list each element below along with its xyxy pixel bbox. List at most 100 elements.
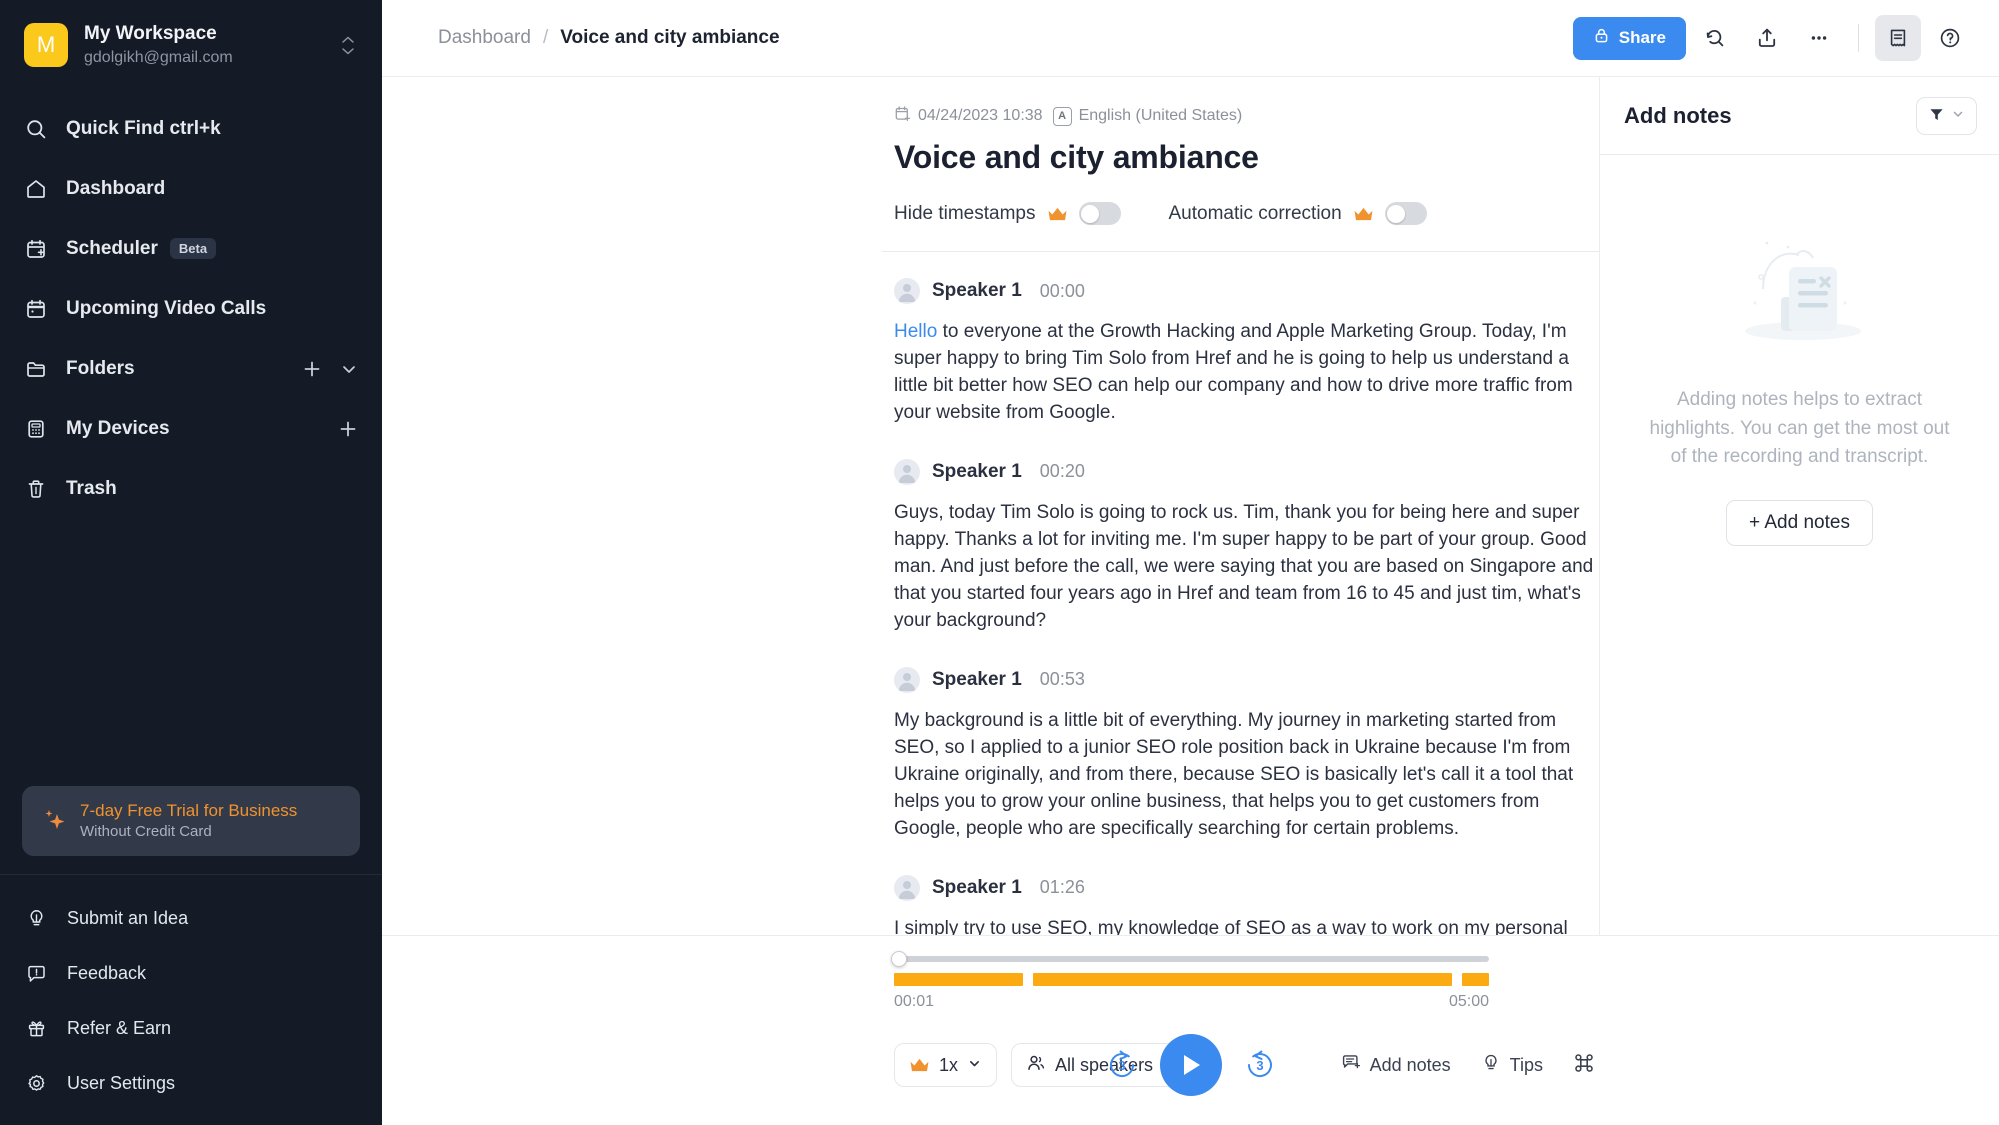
tips-button[interactable]: Tips: [1481, 1053, 1543, 1078]
document-toggles: Hide timestamps Automatic correction: [894, 202, 1599, 225]
player-add-notes-label: Add notes: [1369, 1054, 1451, 1075]
speaker-name[interactable]: Speaker 1: [932, 669, 1022, 691]
add-folder-button[interactable]: [302, 359, 322, 379]
search-refresh-icon[interactable]: [1692, 15, 1738, 61]
avatar: [894, 278, 920, 304]
rewind-3-seconds-button[interactable]: 3: [1104, 1047, 1140, 1083]
toggle-switch[interactable]: [1384, 202, 1427, 225]
notes-empty-message: Adding notes helps to extract highlights…: [1649, 389, 1950, 467]
notes-filter-button[interactable]: [1916, 96, 1977, 135]
seek-handle[interactable]: [891, 951, 907, 967]
transcript-block[interactable]: Speaker 1 01:26 I simply try to use SEO,…: [894, 874, 1599, 935]
upload-icon[interactable]: [1744, 15, 1790, 61]
sidebar-item-quick-find[interactable]: Quick Find ctrl+k: [0, 99, 382, 159]
seek-bar[interactable]: [891, 951, 1489, 967]
crown-icon: [1047, 206, 1068, 222]
player-controls-left: 1x All speakers: [408, 1043, 1193, 1087]
sidebar-item-my-devices[interactable]: My Devices: [0, 399, 382, 459]
chevron-updown-icon[interactable]: [338, 36, 358, 55]
sidebar-item-submit-an-idea[interactable]: Submit an Idea: [0, 891, 382, 946]
transcript-block[interactable]: Speaker 1 00:00 Hello to everyone at the…: [894, 278, 1599, 427]
timestamp[interactable]: 00:53: [1040, 669, 1085, 690]
notes-panel-body: Adding notes helps to extract highlights…: [1600, 155, 1999, 935]
transcript-text[interactable]: I simply try to use SEO, my knowledge of…: [894, 916, 1599, 935]
document-date: 04/24/2023 10:38: [894, 105, 1043, 127]
player-bar: 00:01 05:00 1x All speakers 3 3 Add note…: [382, 935, 1999, 1125]
help-circle-icon[interactable]: [1927, 15, 1973, 61]
share-button-label: Share: [1618, 28, 1666, 47]
waveform-gap: [1452, 973, 1462, 986]
sidebar-item-scheduler[interactable]: Scheduler Beta: [0, 219, 382, 279]
document-header: 04/24/2023 10:38 A English (United State…: [382, 105, 1599, 225]
player-add-notes-button[interactable]: Add notes: [1341, 1053, 1451, 1078]
lightbulb-icon: [1481, 1053, 1501, 1078]
transcript-text[interactable]: My background is a little bit of everyth…: [894, 708, 1599, 843]
sidebar-item-label: Quick Find ctrl+k: [66, 117, 221, 139]
beta-badge: Beta: [169, 238, 217, 260]
workspace-name: My Workspace: [84, 23, 217, 44]
svg-text:3: 3: [1118, 1058, 1125, 1073]
waveform-segment: [894, 973, 1024, 986]
sidebar-item-label: Upcoming Video Calls: [66, 297, 267, 319]
transcript-panel[interactable]: 04/24/2023 10:38 A English (United State…: [382, 77, 1599, 935]
playback-speed-selector[interactable]: 1x: [894, 1043, 998, 1087]
speaker-name[interactable]: Speaker 1: [932, 280, 1022, 302]
chevron-down-icon[interactable]: [340, 360, 358, 378]
transcript-panel-icon[interactable]: [1875, 15, 1921, 61]
forward-3-seconds-button[interactable]: 3: [1242, 1047, 1278, 1083]
sidebar-item-label: Refer & Earn: [67, 1018, 172, 1038]
share-button[interactable]: Share: [1572, 16, 1686, 60]
page-title[interactable]: Voice and city ambiance: [894, 139, 1599, 176]
free-trial-banner[interactable]: 7-day Free Trial for Business Without Cr…: [22, 785, 360, 856]
folder-icon: [24, 357, 48, 381]
toggle-label: Automatic correction: [1168, 202, 1342, 224]
toggle-knob: [1387, 204, 1406, 223]
document-language: A English (United States): [1052, 106, 1243, 126]
transcript-block[interactable]: Speaker 1 00:53 My background is a littl…: [894, 666, 1599, 843]
toggle-switch[interactable]: [1078, 202, 1121, 225]
calendar-icon: [24, 297, 48, 321]
calendar-plus-icon: [894, 105, 911, 127]
home-icon: [24, 177, 48, 201]
main-area: Dashboard / Voice and city ambiance Shar…: [382, 0, 1999, 1125]
note-add-icon: [1341, 1053, 1361, 1078]
gift-icon: [24, 1017, 48, 1041]
sidebar-item-feedback[interactable]: Feedback: [0, 946, 382, 1001]
keyboard-shortcuts-button[interactable]: [1573, 1052, 1595, 1079]
breadcrumb-dashboard[interactable]: Dashboard: [438, 27, 531, 49]
transcript-text[interactable]: Guys, today Tim Solo is going to rock us…: [894, 500, 1599, 635]
transcript-block[interactable]: Speaker 1 00:20 Guys, today Tim Solo is …: [894, 458, 1599, 635]
people-icon: [1026, 1053, 1046, 1078]
timestamp[interactable]: 01:26: [1040, 877, 1085, 898]
breadcrumb-current[interactable]: Voice and city ambiance: [560, 27, 779, 49]
add-notes-button[interactable]: + Add notes: [1726, 499, 1873, 546]
waveform-segment: [1033, 973, 1453, 986]
sidebar-item-upcoming-video-calls[interactable]: Upcoming Video Calls: [0, 279, 382, 339]
workspace-switcher[interactable]: M My Workspace gdolgikh@gmail.com: [0, 0, 382, 89]
transcript-text[interactable]: Hello to everyone at the Growth Hacking …: [894, 319, 1599, 427]
speaker-name[interactable]: Speaker 1: [932, 877, 1022, 899]
document-language-text: English (United States): [1078, 107, 1243, 124]
timestamp[interactable]: 00:20: [1040, 461, 1085, 482]
avatar: [894, 458, 920, 485]
waveform-segment: [1462, 973, 1489, 986]
highlighted-word[interactable]: Hello: [894, 321, 937, 342]
avatar: [894, 666, 920, 693]
sidebar-item-label: Folders: [66, 357, 135, 379]
toggle-automatic-correction[interactable]: Automatic correction: [1169, 202, 1427, 225]
toggle-hide-timestamps[interactable]: Hide timestamps: [894, 202, 1121, 225]
sidebar-item-folders[interactable]: Folders: [0, 339, 382, 399]
timestamp[interactable]: 00:00: [1040, 281, 1085, 302]
waveform[interactable]: [894, 973, 1489, 986]
play-button[interactable]: [1159, 1034, 1222, 1096]
sidebar-item-refer-and-earn[interactable]: Refer & Earn: [0, 1001, 382, 1056]
more-horizontal-icon[interactable]: [1796, 15, 1842, 61]
sidebar-item-user-settings[interactable]: User Settings: [0, 1056, 382, 1111]
language-badge-icon: A: [1052, 106, 1072, 126]
add-device-button[interactable]: [338, 419, 358, 439]
sidebar-item-dashboard[interactable]: Dashboard: [0, 159, 382, 219]
speaker-name[interactable]: Speaker 1: [932, 461, 1022, 483]
sidebar-item-label: User Settings: [67, 1073, 176, 1093]
toggle-knob: [1081, 204, 1099, 223]
sidebar-item-trash[interactable]: Trash: [0, 459, 382, 519]
